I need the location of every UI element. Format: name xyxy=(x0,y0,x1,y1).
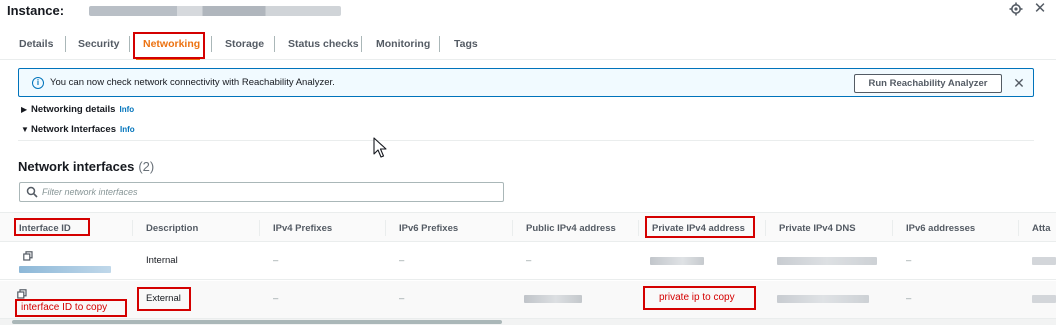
search-icon xyxy=(26,186,38,198)
tab-status-checks[interactable]: Status checks xyxy=(288,38,359,50)
private-dns-redacted xyxy=(777,295,869,303)
reachability-banner: i You can now check network connectivity… xyxy=(18,68,1034,97)
mouse-cursor-icon xyxy=(373,137,387,158)
interface-id-link-redacted[interactable] xyxy=(19,266,111,273)
filter-box xyxy=(19,182,504,202)
close-icon[interactable]: ✕ xyxy=(1032,1,1048,17)
column-separator xyxy=(132,220,133,236)
networking-details-expander[interactable]: ▶ Networking details Info xyxy=(21,104,134,115)
description-cell: External xyxy=(146,293,181,304)
col-interface-id[interactable]: Interface ID xyxy=(19,223,71,234)
network-interfaces-table: Interface ID Description IPv4 Prefixes I… xyxy=(0,212,1056,322)
ipv6-addresses-cell: – xyxy=(906,293,912,304)
active-tab-indicator xyxy=(136,57,200,60)
tab-networking[interactable]: Networking xyxy=(143,38,200,50)
copy-icon[interactable] xyxy=(17,289,27,299)
ipv4-prefixes-cell: – xyxy=(273,255,279,266)
filter-network-interfaces-input[interactable] xyxy=(42,185,497,199)
section-title-text: Network interfaces xyxy=(18,159,135,174)
ipv6-addresses-cell: – xyxy=(906,255,912,266)
network-interfaces-expander[interactable]: ▼ Network Interfaces Info xyxy=(21,124,135,135)
public-ipv4-cell: – xyxy=(526,255,532,266)
private-dns-redacted xyxy=(777,257,877,265)
tab-separator xyxy=(439,36,440,52)
column-separator xyxy=(892,220,893,236)
column-separator xyxy=(385,220,386,236)
col-private-ipv4-dns[interactable]: Private IPv4 DNS xyxy=(779,223,856,234)
interface-count: (2) xyxy=(138,159,155,174)
panel-header: Instance: ✕ xyxy=(0,0,1056,22)
tab-monitoring[interactable]: Monitoring xyxy=(376,38,430,50)
tab-separator xyxy=(274,36,275,52)
instance-id-redacted xyxy=(89,6,341,16)
column-separator xyxy=(512,220,513,236)
banner-text: You can now check network connectivity w… xyxy=(50,77,335,88)
public-ipv4-redacted xyxy=(524,295,582,303)
copy-icon[interactable] xyxy=(23,251,33,261)
attachment-redacted xyxy=(1032,295,1056,303)
col-public-ipv4-address[interactable]: Public IPv4 address xyxy=(526,223,616,234)
tab-details[interactable]: Details xyxy=(19,38,53,50)
column-separator xyxy=(638,220,639,236)
dismiss-banner-icon[interactable]: ✕ xyxy=(1011,74,1027,92)
network-interfaces-label: Network Interfaces xyxy=(31,124,117,135)
horizontal-scrollbar[interactable] xyxy=(0,319,1056,325)
description-cell: Internal xyxy=(146,255,178,266)
section-divider xyxy=(18,140,1034,141)
info-icon: i xyxy=(32,77,44,89)
col-description[interactable]: Description xyxy=(146,223,198,234)
table-header: Interface ID Description IPv4 Prefixes I… xyxy=(0,212,1056,242)
caret-down-icon: ▼ xyxy=(21,125,29,134)
tab-separator xyxy=(211,36,212,52)
instance-label: Instance: xyxy=(7,3,65,18)
col-private-ipv4-address[interactable]: Private IPv4 address xyxy=(652,223,745,234)
ipv4-prefixes-cell: – xyxy=(273,293,279,304)
ipv6-prefixes-cell: – xyxy=(399,255,405,266)
caret-right-icon: ▶ xyxy=(21,105,28,114)
col-ipv4-prefixes[interactable]: IPv4 Prefixes xyxy=(273,223,332,234)
col-ipv6-prefixes[interactable]: IPv6 Prefixes xyxy=(399,223,458,234)
ipv6-prefixes-cell: – xyxy=(399,293,405,304)
annotation-private-ip: private ip to copy xyxy=(659,292,735,303)
tab-storage[interactable]: Storage xyxy=(225,38,264,50)
network-interfaces-info-link[interactable]: Info xyxy=(120,125,135,134)
column-separator xyxy=(765,220,766,236)
column-separator xyxy=(1018,220,1019,236)
private-ipv4-redacted xyxy=(650,257,704,265)
col-attachment[interactable]: Atta xyxy=(1032,223,1050,234)
attachment-redacted xyxy=(1032,257,1056,265)
col-ipv6-addresses[interactable]: IPv6 addresses xyxy=(906,223,975,234)
network-interfaces-heading: Network interfaces (2) xyxy=(18,159,154,174)
tab-security[interactable]: Security xyxy=(78,38,119,50)
networking-details-label: Networking details xyxy=(31,104,116,115)
tab-tags[interactable]: Tags xyxy=(454,38,478,50)
table-row: External – – – xyxy=(0,281,1056,319)
tab-bar: Details Security Networking Storage Stat… xyxy=(0,28,1056,60)
tab-separator xyxy=(129,36,130,52)
table-row: Internal – – – – xyxy=(0,242,1056,280)
networking-details-info-link[interactable]: Info xyxy=(119,105,134,114)
gear-icon[interactable] xyxy=(1008,2,1024,18)
annotation-interface-id: interface ID to copy xyxy=(21,302,108,313)
run-reachability-analyzer-button[interactable]: Run Reachability Analyzer xyxy=(854,74,1002,93)
scrollbar-thumb[interactable] xyxy=(12,320,502,324)
column-separator xyxy=(259,220,260,236)
tab-separator xyxy=(361,36,362,52)
tab-separator xyxy=(65,36,66,52)
